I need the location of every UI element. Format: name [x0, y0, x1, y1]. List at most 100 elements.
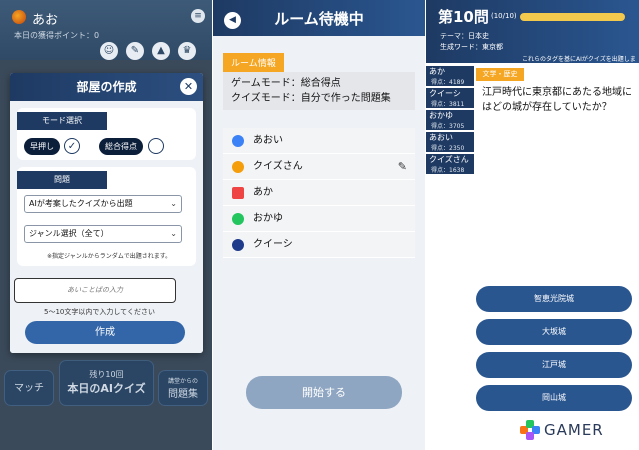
home-bottom-buttons: マッチ 残り10回 本日のAIクイズ 講堂からの 問題集: [4, 360, 210, 410]
player-score: 得点：1638: [431, 167, 465, 174]
score-row: クイーシ得点：3811: [426, 88, 474, 110]
progress-bar: [520, 13, 625, 21]
answer-button[interactable]: 智恵光院城: [476, 286, 632, 312]
member-name: あか: [253, 187, 273, 198]
back-icon[interactable]: ◀: [224, 12, 241, 29]
room-info: ルーム情報 ゲームモード：総合得点 クイズモード：自分で作った問題集: [223, 51, 415, 110]
game-mode: ゲームモード：総合得点: [231, 78, 341, 89]
crown-icon[interactable]: ♛: [178, 42, 196, 60]
question-number: 第10問: [438, 8, 489, 26]
home-header: あお 本日の獲得ポイント：0 ≡ ☺ ✎ ▲ ♛: [0, 0, 212, 60]
player-score: 得点：3705: [431, 123, 465, 130]
player-name: クイズさん: [429, 155, 469, 164]
custom-quiz-label: 問題集: [168, 389, 198, 400]
progress-fill: [520, 13, 625, 21]
instruction-text: これらのタグを基にAIがクイズを出題しました。: [522, 56, 636, 72]
score-row: クイズさん得点：1638: [426, 154, 474, 176]
person-icon[interactable]: ☺: [100, 42, 118, 60]
chevron-down-icon: ⌄: [170, 199, 177, 208]
keyword-note: 5〜10文字以内で入力してください: [44, 308, 155, 316]
quiz-mode: クイズモード：自分で作った問題集: [231, 93, 391, 104]
custom-quiz-sublabel: 講堂からの: [167, 378, 198, 385]
chart-icon[interactable]: ▲: [152, 42, 170, 60]
room-info-tag: ルーム情報: [223, 53, 284, 72]
player-name: あか: [429, 67, 445, 76]
player-name: おかゆ: [429, 111, 453, 120]
chevron-down-icon: ⌄: [170, 229, 177, 238]
member-name: おかゆ: [253, 213, 283, 224]
member-name: クイーシ: [253, 239, 293, 250]
modal-title: 部屋の作成: [76, 80, 137, 94]
room-create-screen: あお 本日の獲得ポイント：0 ≡ ☺ ✎ ▲ ♛ マッチ 残り10回 本日のAI…: [0, 0, 212, 450]
list-item: おかゆ: [223, 206, 415, 232]
page-title: ルーム待機中: [274, 10, 364, 28]
edit-icon[interactable]: ✎: [398, 154, 407, 180]
question-count: (10/10): [491, 12, 517, 20]
daily-points: 本日の獲得ポイント：0: [14, 31, 100, 40]
user-name: あお: [32, 13, 59, 28]
list-item: クイズさん ✎: [223, 154, 415, 180]
mode-label: モード選択: [17, 112, 107, 130]
list-item: あか: [223, 180, 415, 206]
mode-option-quickpress[interactable]: 早押し: [24, 138, 60, 155]
list-item: あおい: [223, 128, 415, 154]
category-tag: 文学・歴史: [476, 68, 524, 81]
modal-title-bar: 部屋の作成 ✕: [10, 73, 203, 101]
bowl-icon: [232, 239, 244, 251]
question-source-value: AIが考案したクイズから出題: [29, 199, 133, 208]
close-icon[interactable]: ✕: [180, 78, 197, 95]
waiting-header: ◀ ルーム待機中: [213, 0, 425, 36]
mode-option-total[interactable]: 総合得点: [99, 138, 143, 155]
score-row: おかゆ得点：3705: [426, 110, 474, 132]
player-score: 得点：2350: [431, 145, 465, 152]
answer-button[interactable]: 江戸城: [476, 352, 632, 378]
genre-value: ジャンル選択（全て）: [29, 229, 109, 238]
watermark-text: GAMER: [544, 421, 604, 439]
remaining-count: 残り10回: [89, 370, 124, 379]
daily-quiz-label: 本日のAIクイズ: [67, 382, 146, 395]
question-label: 問題: [17, 171, 107, 189]
answer-list: 智恵光院城 大坂城 江戸城 岡山城: [476, 286, 632, 418]
answer-button[interactable]: 大坂城: [476, 319, 632, 345]
player-score: 得点：4189: [431, 79, 465, 86]
room-waiting-screen: ◀ ルーム待機中 ルーム情報 ゲームモード：総合得点 クイズモード：自分で作った…: [213, 0, 425, 450]
member-list: あおい クイズさん ✎ あか おかゆ クイーシ: [223, 128, 415, 258]
keyword-input[interactable]: あいことばの入力: [14, 278, 176, 303]
score-row: あおい得点：2350: [426, 132, 474, 154]
plant-icon: [232, 213, 244, 225]
radio-empty-icon[interactable]: [148, 138, 164, 154]
castle-icon: [232, 187, 244, 199]
room-info-box: ゲームモード：総合得点 クイズモード：自分で作った問題集: [223, 72, 415, 110]
face-icon: [232, 161, 244, 173]
quiz-header: 第10問 (10/10) テーマ：日本史 生成ワード：東京都 これらのタグを基に…: [426, 0, 639, 72]
scoreboard: あか得点：4189 クイーシ得点：3811 おかゆ得点：3705 あおい得点：2…: [426, 66, 474, 176]
daily-ai-quiz-button[interactable]: 残り10回 本日のAIクイズ: [59, 360, 154, 406]
genre-select[interactable]: ジャンル選択（全て） ⌄: [24, 225, 182, 243]
question-source-select[interactable]: AIが考案したクイズから出題 ⌄: [24, 195, 182, 213]
create-button[interactable]: 作成: [25, 321, 185, 344]
start-button[interactable]: 開始する: [246, 376, 402, 409]
player-score: 得点：3811: [431, 101, 465, 108]
player-name: あおい: [429, 133, 453, 142]
player-name: クイーシ: [429, 89, 461, 98]
gamer-watermark: GAMER: [520, 420, 604, 440]
genre-note: ※指定ジャンルからランダムで出題されます。: [47, 253, 172, 260]
question-card: 問題 AIが考案したクイズから出題 ⌄ ジャンル選択（全て） ⌄ ※指定ジャンル…: [17, 167, 196, 266]
seed-word: 生成ワード：東京都: [440, 43, 503, 51]
list-item: クイーシ: [223, 232, 415, 258]
match-button[interactable]: マッチ: [4, 370, 54, 406]
menu-icon[interactable]: ≡: [191, 9, 205, 23]
quiz-screen: 第10問 (10/10) テーマ：日本史 生成ワード：東京都 これらのタグを基に…: [426, 0, 639, 450]
custom-quiz-button[interactable]: 講堂からの 問題集: [158, 370, 208, 406]
question-text: 江戸時代に東京都にあたる地域にはどの城が存在していたか？: [482, 87, 632, 113]
check-icon[interactable]: ✓: [64, 138, 80, 154]
drop-icon: [232, 135, 244, 147]
member-name: クイズさん: [253, 161, 303, 172]
quiz-theme: テーマ：日本史: [440, 32, 489, 40]
score-row: あか得点：4189: [426, 66, 474, 88]
gamer-logo-icon: [520, 420, 540, 440]
user-avatar: [12, 10, 26, 24]
answer-button[interactable]: 岡山城: [476, 385, 632, 411]
mode-card: モード選択 早押し ✓ 総合得点: [17, 108, 196, 160]
book-icon[interactable]: ✎: [126, 42, 144, 60]
